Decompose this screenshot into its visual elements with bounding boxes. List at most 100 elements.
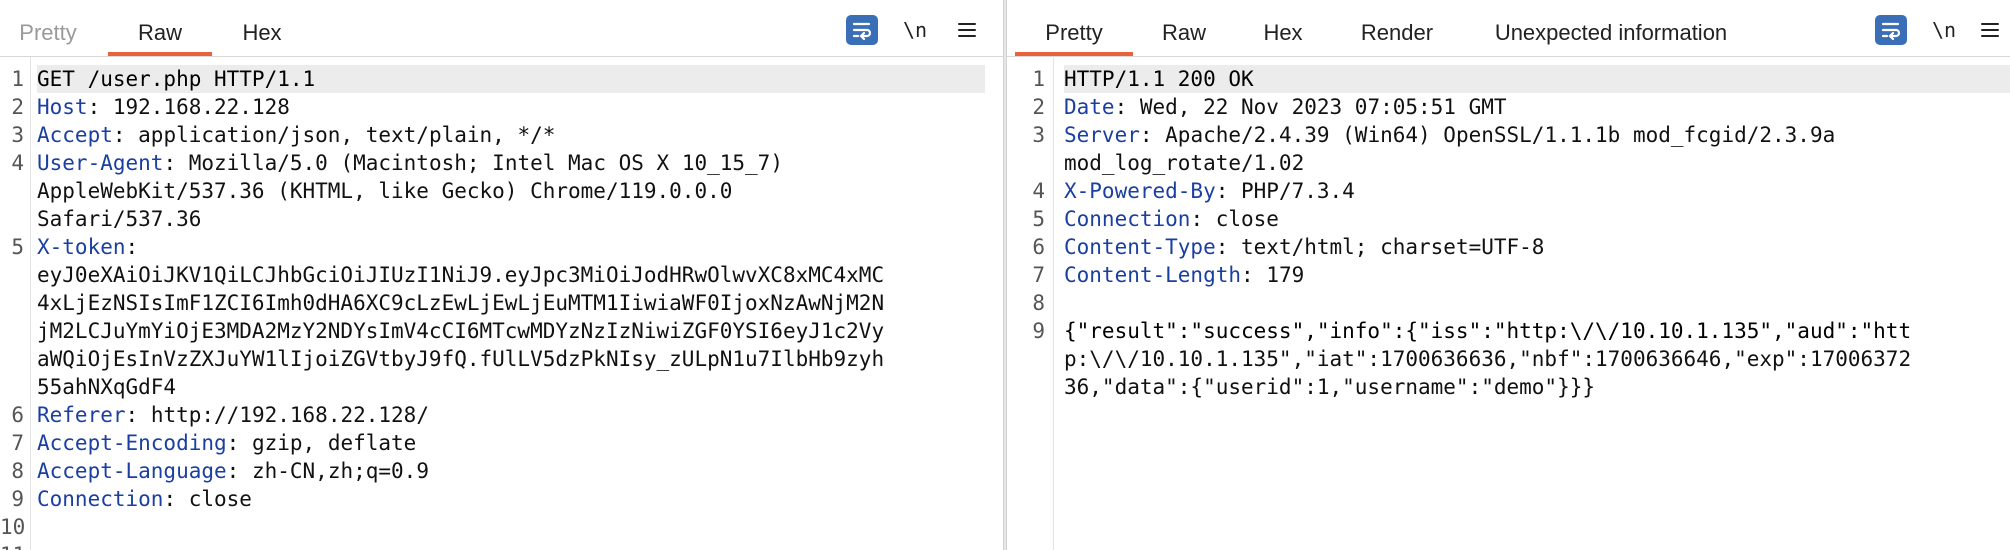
header-value: zh-CN,zh;q=0.9 xyxy=(239,459,429,483)
line-text: Referer: http://192.168.22.128/ xyxy=(37,401,429,429)
code-line: 6 Referer: http://192.168.22.128/ xyxy=(0,401,1003,429)
line-number: 7 xyxy=(11,431,24,455)
line-number: 11 xyxy=(0,541,25,550)
response-pane: Pretty Raw Hex Render Unexpected informa… xyxy=(1007,0,2010,550)
header-colon: : xyxy=(163,151,177,175)
header-name: Accept-Encoding xyxy=(37,431,227,455)
code-line: 9 {"result":"success","info":{"iss":"http… xyxy=(1007,317,2010,401)
line-number: 3 xyxy=(1032,123,1045,147)
wrapped-line-text: mod_log_rotate/1.02 xyxy=(1064,151,1305,175)
line-content: X-Powered-By: PHP/7.3.4 xyxy=(1064,177,1355,205)
wrapped-line-text: 36,"data":{"userid":1,"username":"demo"}… xyxy=(1064,375,1596,399)
code-line: 10 xyxy=(0,513,1003,541)
wrapped-line-text: aWQiOjEsInVzZXJuYW1lIjoiZGVtbyJ9fQ.fUlLV… xyxy=(37,347,885,371)
line-content: Server: Apache/2.4.39 (Win64) OpenSSL/1.… xyxy=(1064,121,1835,177)
request-tab-raw[interactable]: Raw xyxy=(108,0,212,56)
code-line: 5 X-token: eyJ0eXAiOiJKV1QiLCJhbGciOiJIUzI… xyxy=(0,233,1003,401)
line-text: {"result":"success","info":{"iss":"http:… xyxy=(1064,319,1912,343)
wrapped-line-text: jM2LCJuYmYiOjE3MDA2MzY2NDYsImV4cCI6MTcwM… xyxy=(37,319,885,343)
response-tab-pretty[interactable]: Pretty xyxy=(1015,0,1133,56)
line-content: Date: Wed, 22 Nov 2023 07:05:51 GMT xyxy=(1064,93,1507,121)
response-editor[interactable]: 1 HTTP/1.1 200 OK 2 Date: Wed, 22 Nov 2023 … xyxy=(1007,57,2010,550)
line-content: User-Agent: Mozilla/5.0 (Macintosh; Inte… xyxy=(37,149,783,233)
request-lines: 1 GET /user.php HTTP/1.1 2 Host: 192.168.22… xyxy=(0,65,1003,550)
wrapped-line-text: Safari/537.36 xyxy=(37,207,202,231)
line-content: Connection: close xyxy=(1064,205,1279,233)
code-line: 8 xyxy=(1007,289,2010,317)
line-text: Connection: close xyxy=(1064,205,1279,233)
wrap-lines-icon[interactable] xyxy=(1875,15,1907,45)
line-number: 1 xyxy=(11,67,24,91)
request-pane: Pretty Raw Hex \n 1 GET /user.php HTTP/1.… xyxy=(0,0,1003,550)
menu-icon[interactable] xyxy=(956,15,978,45)
header-value: http://192.168.22.128/ xyxy=(138,403,429,427)
line-text: Date: Wed, 22 Nov 2023 07:05:51 GMT xyxy=(1064,93,1507,121)
line-number: 6 xyxy=(1032,235,1045,259)
header-colon: : xyxy=(87,95,101,119)
line-content: X-token: eyJ0eXAiOiJKV1QiLCJhbGciOiJIUzI1… xyxy=(37,233,884,401)
header-name: Server xyxy=(1064,123,1140,147)
response-tab-raw[interactable]: Raw xyxy=(1159,0,1209,56)
response-lines: 1 HTTP/1.1 200 OK 2 Date: Wed, 22 Nov 2023 … xyxy=(1007,65,2010,401)
header-name: Referer xyxy=(37,403,126,427)
code-line: 4 X-Powered-By: PHP/7.3.4 xyxy=(1007,177,2010,205)
show-newlines-icon[interactable]: \n xyxy=(1929,15,1959,45)
header-value: application/json, text/plain, */* xyxy=(125,123,556,147)
response-tab-render[interactable]: Render xyxy=(1357,0,1437,56)
header-name: Accept-Language xyxy=(37,459,227,483)
header-name: Content-Length xyxy=(1064,263,1242,287)
line-text: HTTP/1.1 200 OK xyxy=(1064,67,1254,91)
request-tab-pretty[interactable]: Pretty xyxy=(16,0,80,56)
header-colon: : xyxy=(125,235,139,259)
header-name: Accept xyxy=(37,123,113,147)
line-text: Host: 192.168.22.128 xyxy=(37,93,290,121)
header-name: Host xyxy=(37,95,88,119)
line-content: GET /user.php HTTP/1.1 xyxy=(37,65,315,93)
line-number: 4 xyxy=(11,151,24,175)
header-name: X-token xyxy=(37,235,126,259)
request-editor[interactable]: 1 GET /user.php HTTP/1.1 2 Host: 192.168.22… xyxy=(0,57,1003,550)
line-number: 7 xyxy=(1032,263,1045,287)
header-value: close xyxy=(176,487,252,511)
header-value: 192.168.22.128 xyxy=(100,95,290,119)
header-colon: : xyxy=(1241,263,1254,287)
line-content: Host: 192.168.22.128 xyxy=(37,93,290,121)
header-value: Mozilla/5.0 (Macintosh; Intel Mac OS X 1… xyxy=(176,151,783,175)
line-text: Connection: close xyxy=(37,485,252,513)
header-value: PHP/7.3.4 xyxy=(1228,179,1355,203)
line-content: Connection: close xyxy=(37,485,252,513)
code-line: 8 Accept-Language: zh-CN,zh;q=0.9 xyxy=(0,457,1003,485)
line-number: 10 xyxy=(0,515,26,539)
header-colon: : xyxy=(1190,207,1204,231)
header-value: text/html; charset=UTF-8 xyxy=(1228,235,1545,259)
line-number: 2 xyxy=(11,95,24,119)
line-text: User-Agent: Mozilla/5.0 (Macintosh; Inte… xyxy=(37,149,783,177)
line-number: 4 xyxy=(1032,179,1045,203)
wrapped-line-text: 4xLjEzNSIsImF1ZCI6Imh0dHA6XC9cLzEwLjEwLj… xyxy=(37,291,885,315)
line-content: Content-Length: 179 xyxy=(1064,261,1304,289)
header-colon: : xyxy=(1215,235,1229,259)
header-colon: : xyxy=(112,123,126,147)
line-number: 6 xyxy=(11,403,24,427)
line-number: 8 xyxy=(1032,291,1045,315)
code-line: 2 Host: 192.168.22.128 xyxy=(0,93,1003,121)
header-colon: : xyxy=(1139,123,1153,147)
http-message-editor: Pretty Raw Hex \n 1 GET /user.php HTTP/1.… xyxy=(0,0,2010,550)
header-colon: : xyxy=(226,459,240,483)
show-newlines-icon[interactable]: \n xyxy=(900,15,930,45)
wrap-lines-icon[interactable] xyxy=(846,15,878,45)
header-name: X-Powered-By xyxy=(1064,179,1216,203)
menu-icon[interactable] xyxy=(1979,15,2001,45)
line-number: 5 xyxy=(1032,207,1045,231)
code-line: 3 Server: Apache/2.4.39 (Win64) OpenSSL/1… xyxy=(1007,121,2010,177)
request-tab-bar: Pretty Raw Hex \n xyxy=(0,0,1003,57)
line-text: Server: Apache/2.4.39 (Win64) OpenSSL/1.… xyxy=(1064,121,1835,149)
header-name: Date xyxy=(1064,95,1115,119)
header-colon: : xyxy=(163,487,177,511)
response-tab-unexpected-information[interactable]: Unexpected information xyxy=(1491,0,1731,56)
request-tab-hex[interactable]: Hex xyxy=(240,0,284,56)
response-tab-hex[interactable]: Hex xyxy=(1261,0,1305,56)
header-value: Wed, 22 Nov 2023 07:05:51 GMT xyxy=(1127,95,1507,119)
code-line: 2 Date: Wed, 22 Nov 2023 07:05:51 GMT xyxy=(1007,93,2010,121)
line-content: Content-Type: text/html; charset=UTF-8 xyxy=(1064,233,1544,261)
